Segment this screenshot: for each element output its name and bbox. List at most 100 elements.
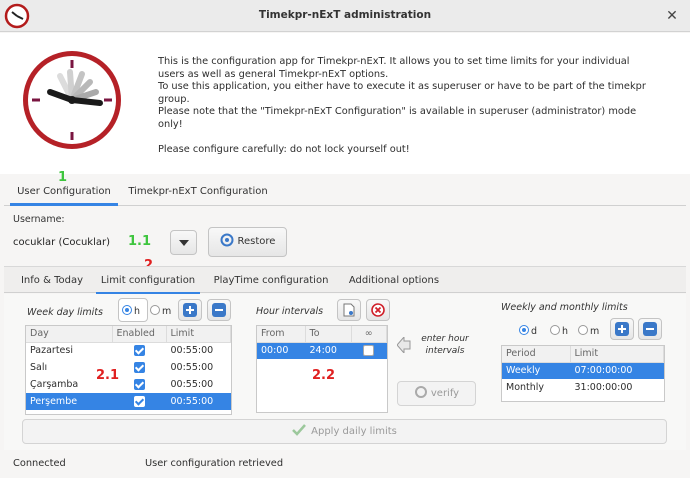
to-cell[interactable]: 24:00 — [305, 342, 351, 359]
checkbox-checked-icon[interactable] — [133, 345, 145, 357]
main-tabs: User Configuration Timekpr-nExT Configur… — [4, 178, 686, 206]
limit-cell[interactable]: 00:55:00 — [166, 376, 231, 393]
plus-icon — [183, 303, 197, 317]
radio-dot-icon — [150, 305, 160, 315]
weekly-monthly-table: Period Limit Weekly 07:00:00:00 Monthly … — [501, 345, 665, 402]
window-title: Timekpr-nExT administration — [258, 9, 432, 21]
arrow-left-icon — [397, 337, 411, 353]
enabled-cell[interactable] — [112, 359, 166, 376]
tab-info-today[interactable]: Info & Today — [8, 267, 96, 295]
intro-text: This is the configuration app for Timekp… — [158, 56, 658, 156]
hour-intervals-title: Hour intervals — [256, 306, 324, 317]
column-day[interactable]: Day — [26, 326, 113, 343]
table-row[interactable]: Çarşamba 00:55:00 — [26, 376, 231, 393]
intro-line: To use this application, you either have… — [158, 81, 646, 92]
weekly-add-button[interactable] — [610, 318, 634, 340]
limit-cell[interactable]: 00:55:00 — [166, 342, 231, 359]
column-enabled[interactable]: Enabled — [112, 326, 167, 343]
radio-minutes-label: m — [590, 326, 600, 337]
enabled-cell[interactable] — [112, 342, 166, 359]
verify-button-label: verify — [430, 388, 460, 399]
tab-additional-options[interactable]: Additional options — [338, 267, 450, 295]
column-limit[interactable]: Limit — [570, 346, 664, 363]
limit-cell[interactable]: 31:00:00:00 — [570, 379, 664, 396]
username-combo[interactable]: cocuklar (Cocuklar) — [13, 237, 110, 248]
table-row[interactable]: Monthly 31:00:00:00 — [502, 379, 664, 396]
limit-cell[interactable]: 07:00:00:00 — [570, 362, 664, 379]
column-unlimited[interactable]: ∞ — [351, 326, 387, 343]
radio-minutes-label: m — [162, 306, 172, 317]
restore-button[interactable]: Restore — [208, 227, 287, 257]
tab-playtime-configuration[interactable]: PlayTime configuration — [208, 267, 334, 295]
apply-daily-limits-button[interactable]: Apply daily limits — [22, 419, 667, 444]
enabled-cell[interactable] — [112, 393, 166, 410]
radio-minutes-weekday[interactable]: m — [150, 305, 171, 317]
checkbox-checked-icon[interactable] — [133, 396, 145, 407]
intro-line: Please configure carefully: do not lock … — [158, 143, 410, 155]
close-icon[interactable]: ✕ — [664, 8, 680, 24]
intro-line: users as well as general Timekpr-nExT op… — [158, 68, 389, 80]
table-row-selected[interactable]: Weekly 07:00:00:00 — [502, 362, 664, 379]
table-row[interactable]: Salı 00:55:00 — [26, 359, 231, 376]
table-row-selected[interactable]: 00:00 24:00 — [257, 342, 387, 359]
hour-interval-add-button[interactable] — [337, 299, 361, 321]
table-header-row: Period Limit — [502, 346, 664, 363]
tab-limit-configuration[interactable]: Limit configuration — [96, 267, 200, 295]
day-cell: Perşembe — [26, 393, 112, 410]
table-row[interactable]: Pazartesi 00:55:00 — [26, 342, 231, 359]
checkbox-unchecked-icon[interactable] — [363, 345, 375, 357]
checkmark-icon — [292, 424, 307, 436]
enter-hour-intervals-hint: enter hour intervals — [412, 334, 478, 357]
connection-status: Connected — [13, 458, 66, 469]
weekly-remove-button[interactable] — [638, 318, 662, 340]
weekly-monthly-title: Weekly and monthly limits — [501, 302, 628, 313]
username-label: Username: — [13, 214, 65, 225]
radio-hours-weekday[interactable]: h — [118, 298, 148, 322]
radio-minutes-weekly[interactable]: m — [578, 325, 599, 337]
checkbox-checked-icon[interactable] — [133, 362, 145, 373]
limit-cell[interactable]: 00:55:00 — [166, 393, 231, 410]
refresh-icon — [414, 386, 427, 398]
intro-line: This is the configuration app for Timekp… — [158, 56, 630, 67]
new-document-icon — [343, 303, 355, 317]
sub-tabs: Info & Today Limit configuration PlayTim… — [4, 266, 686, 295]
weekday-remove-button[interactable] — [207, 299, 231, 321]
period-cell: Weekly — [502, 362, 570, 379]
username-dropdown-button[interactable] — [170, 230, 197, 255]
status-bar: Connected User configuration retrieved — [0, 452, 690, 478]
hour-interval-remove-button[interactable] — [366, 299, 390, 321]
restore-button-label: Restore — [237, 236, 276, 247]
tab-user-configuration[interactable]: User Configuration — [10, 178, 118, 206]
radio-dot-icon — [578, 325, 588, 335]
radio-hours-label: h — [134, 306, 141, 317]
radio-dot-icon — [550, 325, 560, 335]
limit-cell[interactable]: 00:55:00 — [166, 359, 231, 376]
period-cell: Monthly — [506, 382, 545, 393]
from-cell[interactable]: 00:00 — [257, 342, 305, 359]
annotation-2-1: 2.1 — [96, 368, 120, 383]
verify-button[interactable]: verify — [397, 381, 476, 406]
column-limit[interactable]: Limit — [166, 326, 231, 343]
column-period[interactable]: Period — [502, 346, 571, 363]
apply-daily-limits-label: Apply daily limits — [311, 426, 397, 437]
hint-line: enter hour — [421, 334, 469, 344]
checkbox-checked-icon[interactable] — [133, 379, 145, 390]
plus-icon — [615, 322, 629, 336]
tab-timekpr-configuration[interactable]: Timekpr-nExT Configuration — [122, 178, 274, 206]
weekday-add-button[interactable] — [178, 299, 202, 321]
status-message: User configuration retrieved — [145, 458, 284, 469]
unlimited-cell[interactable] — [351, 342, 387, 359]
column-to[interactable]: To — [305, 326, 352, 343]
minus-icon — [212, 303, 226, 317]
clock-logo-icon — [23, 51, 121, 149]
radio-hours-label: h — [562, 326, 569, 337]
column-from[interactable]: From — [257, 326, 306, 343]
table-row-selected[interactable]: Perşembe 00:55:00 — [26, 393, 231, 410]
enabled-cell[interactable] — [112, 376, 166, 393]
chevron-down-icon — [178, 240, 189, 246]
radio-days-weekly[interactable]: d — [519, 325, 537, 337]
delete-icon — [371, 303, 385, 317]
radio-hours-weekly[interactable]: h — [550, 325, 568, 337]
annotation-2-2: 2.2 — [312, 368, 336, 383]
restore-icon — [220, 233, 234, 247]
